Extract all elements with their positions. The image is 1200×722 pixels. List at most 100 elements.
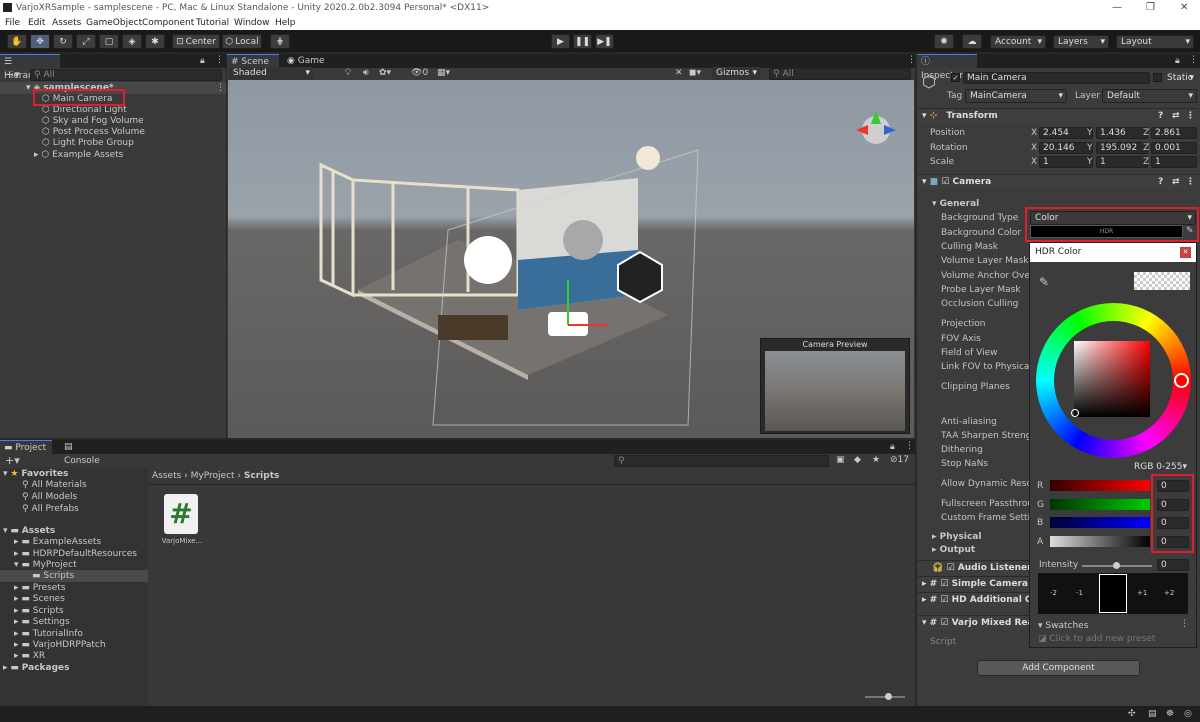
- move-tool-button[interactable]: ✥: [30, 34, 50, 49]
- filter-label-icon[interactable]: ◆: [854, 455, 861, 465]
- position-x-input[interactable]: 2.454: [1039, 127, 1093, 139]
- preset-icon[interactable]: ⇄: [1172, 175, 1180, 190]
- hierarchy-item-example-assets[interactable]: ▸ ⬡ Example Assets: [34, 149, 123, 161]
- bg-type-dropdown[interactable]: Color: [1030, 211, 1196, 225]
- channel-r-input[interactable]: 0: [1157, 480, 1189, 492]
- collab-icon[interactable]: ✺: [934, 34, 954, 49]
- gizmos-dropdown[interactable]: Gizmos: [712, 67, 760, 81]
- cache-icon[interactable]: ▤: [1148, 709, 1157, 719]
- lock-icon[interactable]: 🔒︎: [890, 442, 895, 452]
- channel-b-input[interactable]: 0: [1157, 517, 1189, 529]
- help-icon[interactable]: ?: [1158, 109, 1163, 124]
- lock-icon[interactable]: 🔒︎: [1175, 56, 1180, 66]
- kebab-menu-icon[interactable]: ⋮: [907, 55, 916, 65]
- lock-icon[interactable]: 🔒︎: [200, 56, 205, 66]
- transform-header[interactable]: ▾ ⊹ Transform ? ⇄ ⋮: [918, 108, 1198, 123]
- enabled-checkbox[interactable]: ☑: [940, 579, 948, 589]
- hue-handle[interactable]: [1174, 373, 1189, 388]
- swatches-foldout[interactable]: ▾ Swatches: [1038, 620, 1088, 632]
- scene-menu-icon[interactable]: ⋮: [216, 82, 225, 94]
- rotation-x-input[interactable]: 20.146: [1039, 142, 1093, 154]
- tab-scene[interactable]: # Scene: [227, 54, 279, 68]
- hierarchy-item-light-probe[interactable]: ⬡ Light Probe Group: [42, 137, 134, 149]
- kebab-menu-icon[interactable]: ⋮: [1189, 55, 1198, 65]
- zoom-slider-thumb[interactable]: [885, 693, 892, 700]
- pivot-local-button[interactable]: ⬡ Local: [222, 34, 262, 49]
- exposure-minus-2[interactable]: -2: [1050, 589, 1057, 597]
- component-menu-icon[interactable]: ⋮: [1186, 109, 1195, 124]
- swatches-menu-icon[interactable]: ⋮: [1180, 619, 1189, 629]
- tree-item-scenes[interactable]: ▸ ▬ Scenes: [14, 593, 65, 605]
- close-icon[interactable]: ✕: [1180, 2, 1188, 13]
- shading-mode-dropdown[interactable]: Shaded: [229, 67, 313, 81]
- kebab-menu-icon[interactable]: ⋮: [215, 55, 224, 65]
- pivot-center-button[interactable]: ⊡ Center: [172, 34, 220, 49]
- position-y-input[interactable]: 1.436: [1096, 127, 1148, 139]
- channel-a-slider[interactable]: [1050, 536, 1150, 547]
- breadcrumb-assets[interactable]: Assets: [152, 471, 181, 481]
- hand-tool-button[interactable]: ✋: [7, 34, 27, 49]
- layer-dropdown[interactable]: Default: [1102, 89, 1197, 103]
- minimize-icon[interactable]: —: [1112, 2, 1122, 13]
- step-button[interactable]: ▶❚: [595, 34, 614, 49]
- object-name-input[interactable]: Main Camera: [963, 72, 1150, 84]
- tree-item-scripts-selected[interactable]: ▬ Scripts: [0, 570, 148, 582]
- static-dropdown[interactable]: Static: [1163, 72, 1197, 86]
- gizmo-z-icon[interactable]: [884, 125, 896, 135]
- menu-component[interactable]: Component: [142, 18, 194, 28]
- channel-a-input[interactable]: 0: [1157, 536, 1189, 548]
- help-icon[interactable]: ?: [1158, 175, 1163, 190]
- tag-dropdown[interactable]: MainCamera: [965, 89, 1067, 103]
- menu-window[interactable]: Window: [234, 18, 270, 28]
- enabled-checkbox[interactable]: ☑: [940, 595, 948, 605]
- pause-button[interactable]: ❚❚: [573, 34, 592, 49]
- menu-assets[interactable]: Assets: [52, 18, 81, 28]
- fav-all-materials[interactable]: ⚲ All Materials: [22, 479, 87, 491]
- exposure-plus-2[interactable]: +2: [1164, 589, 1174, 597]
- menu-file[interactable]: File: [5, 18, 20, 28]
- hierarchy-search-input[interactable]: ⚲ All: [30, 69, 222, 81]
- tools-icon[interactable]: ✕: [675, 68, 683, 78]
- tab-game[interactable]: ◉ Game: [283, 54, 333, 68]
- preset-icon[interactable]: ⇄: [1172, 109, 1180, 124]
- tree-item-exampleassets[interactable]: ▸ ▬ ExampleAssets: [14, 536, 101, 548]
- zoom-slider[interactable]: [865, 693, 905, 700]
- play-button[interactable]: ▶: [551, 34, 570, 49]
- eyedropper-icon[interactable]: ✎: [1039, 275, 1049, 289]
- account-dropdown[interactable]: Account: [990, 35, 1046, 49]
- maximize-icon[interactable]: ❐: [1146, 2, 1155, 13]
- breadcrumb-myproject[interactable]: MyProject: [191, 471, 235, 481]
- enabled-checkbox[interactable]: ☑: [947, 563, 955, 573]
- intensity-slider[interactable]: [1082, 562, 1152, 569]
- fav-all-models[interactable]: ⚲ All Models: [22, 491, 77, 503]
- color-mode-dropdown[interactable]: RGB 0-255: [1130, 461, 1190, 475]
- tab-inspector[interactable]: ⓘ Inspector: [917, 54, 977, 81]
- enabled-checkbox[interactable]: ☑: [941, 177, 949, 187]
- tab-hierarchy[interactable]: ☰ Hierarchy: [0, 54, 60, 81]
- channel-g-slider[interactable]: [1050, 499, 1150, 510]
- lighting-icon[interactable]: 💡︎: [345, 68, 351, 78]
- add-icon[interactable]: +▾: [5, 68, 20, 81]
- favorite-star-icon[interactable]: ★: [872, 455, 880, 465]
- auto-generate-icon[interactable]: ◎: [1184, 709, 1192, 719]
- tab-console[interactable]: ▤ Console: [60, 440, 112, 466]
- active-checkbox[interactable]: ✓: [951, 73, 960, 82]
- script-file-item[interactable]: # VarjoMixe...: [158, 494, 206, 550]
- layout-dropdown[interactable]: Layout: [1116, 35, 1194, 49]
- rect-tool-button[interactable]: ▢: [99, 34, 119, 49]
- general-foldout[interactable]: ▾ General: [932, 198, 979, 210]
- swatches-hint[interactable]: ◪ Click to add new preset: [1038, 633, 1155, 645]
- saturation-value-square[interactable]: [1074, 341, 1150, 417]
- position-z-input[interactable]: 2.861: [1151, 127, 1197, 139]
- custom-tool-button[interactable]: ✱: [145, 34, 165, 49]
- tree-item-settings[interactable]: ▸ ▬ Settings: [14, 616, 70, 628]
- enabled-checkbox[interactable]: ☑: [940, 618, 948, 628]
- camera-header[interactable]: ▾ ■ ☑ Camera ? ⇄ ⋮: [918, 174, 1198, 189]
- add-icon[interactable]: +▾: [5, 454, 20, 467]
- progress-icon[interactable]: ✣: [1128, 709, 1136, 719]
- effects-icon[interactable]: ✿▾: [379, 68, 391, 78]
- channel-r-slider[interactable]: [1050, 480, 1150, 491]
- hidden-packages-icon[interactable]: ⊘17: [890, 455, 909, 465]
- bug-icon[interactable]: ☸: [1166, 709, 1174, 719]
- rotate-tool-button[interactable]: ↻: [53, 34, 73, 49]
